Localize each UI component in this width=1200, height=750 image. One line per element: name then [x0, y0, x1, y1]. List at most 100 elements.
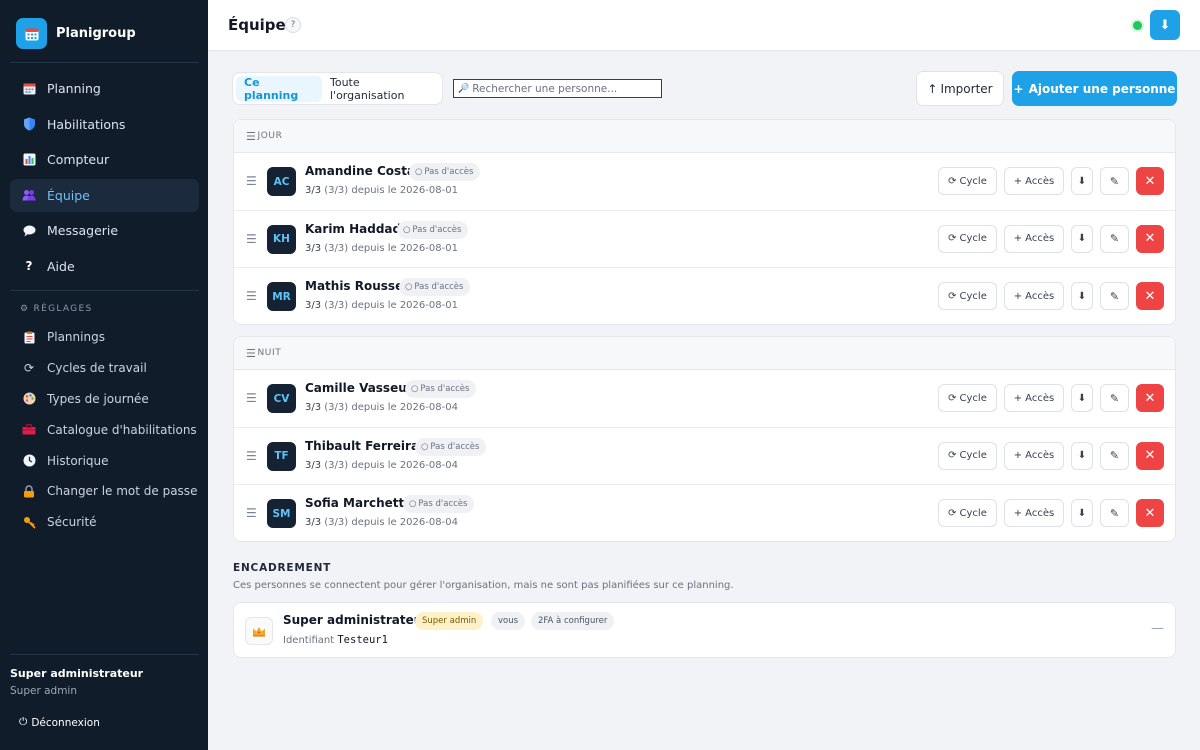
download-button[interactable]: ⬇	[1071, 167, 1093, 195]
add-person-button[interactable]: + Ajouter une personne	[1012, 71, 1177, 106]
access-button[interactable]: + Accès	[1004, 282, 1064, 310]
access-button[interactable]: + Accès	[1004, 441, 1064, 470]
drag-handle-icon[interactable]: ☰	[246, 449, 257, 463]
no-access-badge: ○ Pas d'accès	[415, 437, 487, 456]
drag-handle-icon[interactable]: ☰	[246, 232, 257, 246]
logout-button[interactable]: ⏻ Déconnexion	[19, 716, 100, 729]
cycle-button[interactable]: ⟳ Cycle	[938, 224, 997, 253]
meta-text: (3/3) depuis le 2026-08-01	[324, 300, 458, 311]
no-access-badge: ○ Pas d'accès	[403, 495, 475, 513]
no-access-badge: ○ Pas d'accès	[405, 380, 477, 398]
pencil-icon: ✎	[1109, 232, 1120, 245]
close-icon: ✕	[1144, 448, 1156, 463]
meta-text: (3/3) depuis le 2026-08-04	[324, 517, 458, 528]
nav-item-messagerie[interactable]: Messagerie	[10, 214, 199, 247]
ratio: 3/3	[305, 459, 322, 471]
download-button[interactable]: ⬇	[1071, 282, 1093, 310]
edit-button[interactable]: ✎	[1100, 224, 1129, 253]
plus-icon: +	[1013, 81, 1024, 96]
drag-handle-icon[interactable]: ☰	[246, 347, 256, 360]
delete-button[interactable]: ✕	[1136, 384, 1164, 412]
settings-item-securite[interactable]: Sécurité	[10, 507, 199, 538]
ratio: 3/3	[305, 402, 322, 413]
plus-icon: +	[1013, 175, 1023, 187]
access-label: Accès	[1025, 392, 1055, 404]
nav-item-equipe[interactable]: Équipe	[10, 178, 199, 212]
settings-item-plannings[interactable]: Plannings	[10, 322, 199, 353]
drag-handle-icon[interactable]: ☰	[246, 289, 257, 303]
row-actions: ⟳ Cycle + Accès ⬇ ✎ ✕	[938, 282, 1164, 310]
delete-button[interactable]: ✕	[1136, 441, 1164, 470]
lock-icon	[22, 484, 36, 498]
cycle-button[interactable]: ⟳ Cycle	[938, 384, 997, 412]
ratio: 3/3	[305, 517, 322, 528]
group-header[interactable]: ☰ JOUR	[234, 120, 1175, 153]
access-button[interactable]: + Accès	[1004, 384, 1064, 412]
cycle-button[interactable]: ⟳ Cycle	[938, 441, 997, 470]
download-button[interactable]: ⬇	[1071, 441, 1093, 470]
drag-handle-icon[interactable]: ☰	[246, 130, 256, 143]
delete-button[interactable]: ✕	[1136, 167, 1164, 195]
circle-icon: ○	[405, 282, 413, 292]
edit-button[interactable]: ✎	[1100, 499, 1129, 527]
nav-item-planning[interactable]: Planning	[10, 72, 199, 105]
settings-label: Changer le mot de passe	[47, 484, 198, 499]
badge-text: Pas d'accès	[424, 167, 474, 177]
user-role: Super admin	[10, 685, 77, 697]
collapse-icon[interactable]: —	[1151, 621, 1164, 636]
download-button[interactable]: ⬇	[1071, 224, 1093, 253]
nav-item-compteur[interactable]: Compteur	[10, 143, 199, 176]
download-button[interactable]: ⬇	[1150, 10, 1180, 40]
access-button[interactable]: + Accès	[1004, 499, 1064, 527]
manager-card: Super administrateur Super admin vous 2F…	[233, 602, 1176, 658]
sidebar: Planigroup Planning Habilitations Compte…	[0, 0, 208, 750]
settings-item-password[interactable]: Changer le mot de passe	[10, 476, 199, 507]
person-row: ☰ SM Sofia Marchetti ○ Pas d'accès 3/3 (3…	[234, 485, 1175, 541]
settings-item-types-journee[interactable]: Types de journée	[10, 384, 199, 415]
avatar: TF	[267, 441, 296, 471]
settings-item-catalogue[interactable]: Catalogue d'habilitations	[10, 414, 199, 445]
delete-button[interactable]: ✕	[1136, 224, 1164, 253]
drag-handle-icon[interactable]: ☰	[246, 391, 257, 405]
group-header[interactable]: ☰ NUIT	[234, 337, 1175, 370]
settings-item-historique[interactable]: Historique	[10, 445, 199, 476]
help-icon[interactable]: ?	[285, 17, 301, 33]
access-button[interactable]: + Accès	[1004, 167, 1064, 195]
brand[interactable]: Planigroup	[16, 18, 136, 49]
tab-ce-planning[interactable]: Ce planning	[236, 75, 322, 102]
pencil-icon: ✎	[1109, 289, 1120, 303]
download-button[interactable]: ⬇	[1071, 384, 1093, 412]
page-title: Équipe	[228, 16, 286, 34]
close-icon: ✕	[1144, 231, 1156, 246]
edit-button[interactable]: ✎	[1100, 384, 1129, 412]
row-actions: ⟳ Cycle + Accès ⬇ ✎ ✕	[938, 167, 1164, 195]
edit-button[interactable]: ✎	[1100, 282, 1129, 310]
nav-item-habilitations[interactable]: Habilitations	[10, 108, 199, 141]
access-button[interactable]: + Accès	[1004, 224, 1064, 253]
person-meta: 3/3 (3/3) depuis le 2026-08-04	[305, 517, 458, 528]
role-badge: Super admin	[415, 612, 484, 630]
settings-item-cycles[interactable]: ⟳ Cycles de travail	[10, 353, 199, 384]
cycle-button[interactable]: ⟳ Cycle	[938, 282, 997, 310]
access-label: Accès	[1025, 507, 1055, 519]
person-meta: 3/3 (3/3) depuis le 2026-08-04	[305, 460, 458, 471]
meta-text: (3/3) depuis le 2026-08-04	[324, 459, 458, 471]
download-button[interactable]: ⬇	[1071, 499, 1093, 527]
drag-handle-icon[interactable]: ☰	[246, 506, 257, 520]
edit-button[interactable]: ✎	[1100, 167, 1129, 195]
circle-icon: ○	[403, 224, 411, 235]
cycle-icon: ⟳	[23, 361, 35, 376]
cycle-label: Cycle	[959, 450, 987, 461]
meta-text: (3/3) depuis le 2026-08-01	[324, 185, 458, 196]
cycle-button[interactable]: ⟳ Cycle	[938, 499, 997, 527]
nav-item-aide[interactable]: ? Aide	[10, 250, 199, 283]
tab-toute-organisation[interactable]: Toute l'organisation	[322, 76, 439, 102]
cycle-button[interactable]: ⟳ Cycle	[938, 167, 997, 195]
edit-button[interactable]: ✎	[1100, 441, 1129, 470]
delete-button[interactable]: ✕	[1136, 282, 1164, 310]
meta-text: (3/3) depuis le 2026-08-01	[324, 242, 458, 254]
import-button[interactable]: ↑ Importer	[916, 71, 1004, 106]
delete-button[interactable]: ✕	[1136, 499, 1164, 527]
drag-handle-icon[interactable]: ☰	[246, 174, 257, 188]
search-input[interactable]	[472, 82, 658, 95]
